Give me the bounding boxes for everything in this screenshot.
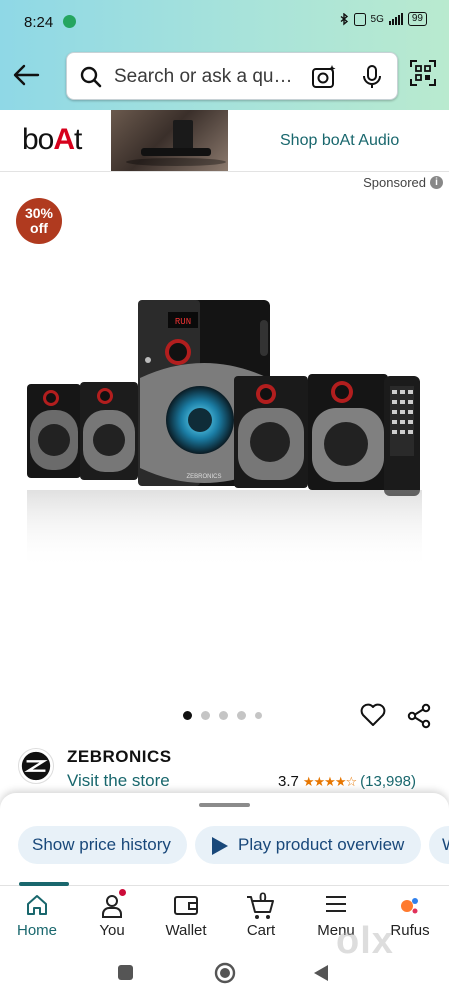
sponsored-brand-banner[interactable]: boAt Shop boAt Audio bbox=[0, 110, 449, 172]
chip-label: Play product overview bbox=[238, 835, 405, 854]
camera-search-icon[interactable] bbox=[311, 64, 337, 90]
star-rating-icon: ★★★★☆ bbox=[302, 773, 357, 789]
cart-count: 0 bbox=[259, 889, 267, 905]
home-icon bbox=[27, 895, 47, 915]
zebronics-brand-logo[interactable] bbox=[18, 748, 54, 784]
network-type: 5G bbox=[370, 13, 384, 25]
search-bar[interactable]: Search or ask a qu… bbox=[66, 52, 398, 100]
carousel-dot[interactable] bbox=[237, 711, 246, 720]
share-icon[interactable] bbox=[406, 703, 432, 729]
more-chip[interactable]: W bbox=[429, 826, 449, 864]
back-arrow-icon[interactable] bbox=[12, 63, 40, 87]
satellite-speaker-left-1 bbox=[27, 384, 81, 478]
nav-wallet[interactable]: Wallet bbox=[156, 886, 216, 946]
status-bar: 8:24 5G 99 bbox=[0, 0, 449, 44]
whatsapp-notification-icon bbox=[63, 15, 76, 28]
nav-label: You bbox=[99, 922, 125, 939]
wishlist-heart-icon[interactable] bbox=[360, 703, 386, 727]
nav-label: Cart bbox=[246, 922, 276, 939]
search-icon bbox=[80, 66, 102, 88]
bluetooth-icon bbox=[340, 12, 348, 25]
discount-off-label: off bbox=[30, 220, 48, 236]
chip-label: Show price history bbox=[32, 835, 171, 854]
carousel-dot[interactable] bbox=[201, 711, 210, 720]
carousel-dot[interactable] bbox=[255, 712, 262, 719]
visit-store-link[interactable]: Visit the store bbox=[67, 771, 170, 791]
nav-label: Wallet bbox=[165, 922, 207, 939]
product-reflection bbox=[27, 490, 422, 570]
satellite-speaker-right-2 bbox=[308, 374, 388, 490]
sheet-drag-handle[interactable] bbox=[199, 803, 250, 807]
discount-badge: 30% off bbox=[16, 198, 62, 244]
satellite-speaker-right-1 bbox=[234, 376, 308, 488]
info-icon[interactable]: i bbox=[430, 176, 443, 189]
active-indicator bbox=[19, 882, 69, 886]
satellite-speaker-left-2 bbox=[80, 382, 138, 480]
microphone-icon[interactable] bbox=[362, 64, 382, 90]
play-product-overview-chip[interactable]: Play product overview bbox=[195, 826, 421, 864]
boat-logo[interactable]: boAt bbox=[22, 123, 82, 157]
brand-name[interactable]: ZEBRONICS bbox=[67, 747, 172, 767]
image-carousel-dots[interactable] bbox=[183, 711, 262, 720]
hamburger-menu-icon bbox=[326, 896, 346, 912]
signal-icon bbox=[388, 13, 403, 25]
carousel-dot[interactable] bbox=[183, 711, 192, 720]
notification-dot bbox=[119, 889, 126, 896]
product-image[interactable]: RUN ZEBRONICS bbox=[20, 290, 430, 590]
home-button[interactable] bbox=[214, 962, 236, 984]
nav-cart[interactable]: 0 Cart bbox=[231, 886, 291, 946]
sponsored-text: Sponsored bbox=[363, 175, 426, 190]
soundbar-illustration bbox=[126, 120, 226, 166]
discount-percent: 30% bbox=[24, 205, 54, 221]
battery-icon: 99 bbox=[407, 12, 427, 26]
recent-apps-button[interactable] bbox=[118, 965, 133, 980]
qr-scanner-icon[interactable] bbox=[410, 60, 436, 86]
nav-home[interactable]: Home bbox=[7, 882, 69, 946]
rufus-icon bbox=[401, 898, 418, 914]
person-icon bbox=[102, 895, 122, 918]
search-input[interactable]: Search or ask a qu… bbox=[114, 66, 292, 88]
carousel-dot[interactable] bbox=[219, 711, 228, 720]
rating-value: 3.7 bbox=[278, 773, 299, 790]
status-time: 8:24 bbox=[24, 14, 54, 31]
nav-you[interactable]: You bbox=[82, 886, 142, 946]
product-rating[interactable]: 3.7 ★★★★☆ (13,998) bbox=[278, 773, 416, 790]
sponsored-label[interactable]: Sponsored i bbox=[363, 175, 443, 190]
bottom-sheet[interactable]: Show price history Play product overview… bbox=[0, 793, 449, 888]
nav-label: Home bbox=[16, 922, 57, 939]
rating-count[interactable]: (13,998) bbox=[360, 773, 416, 790]
show-price-history-chip[interactable]: Show price history bbox=[18, 826, 187, 864]
play-icon bbox=[212, 837, 228, 855]
olx-watermark: olx bbox=[336, 920, 394, 962]
svg-text:ZEBRONICS: ZEBRONICS bbox=[186, 474, 221, 480]
subwoofer-display-text: RUN bbox=[175, 317, 191, 327]
soundbar-banner-image[interactable] bbox=[111, 110, 228, 171]
volte-icon bbox=[353, 12, 366, 26]
back-button[interactable] bbox=[312, 964, 330, 982]
wallet-icon bbox=[174, 896, 198, 915]
status-icons: 5G 99 bbox=[340, 12, 427, 26]
remote-control bbox=[384, 376, 420, 496]
top-header: 8:24 5G 99 Search or ask a qu… bbox=[0, 0, 449, 110]
shop-boat-audio-link[interactable]: Shop boAt Audio bbox=[280, 132, 399, 150]
chip-label: W bbox=[442, 835, 449, 854]
